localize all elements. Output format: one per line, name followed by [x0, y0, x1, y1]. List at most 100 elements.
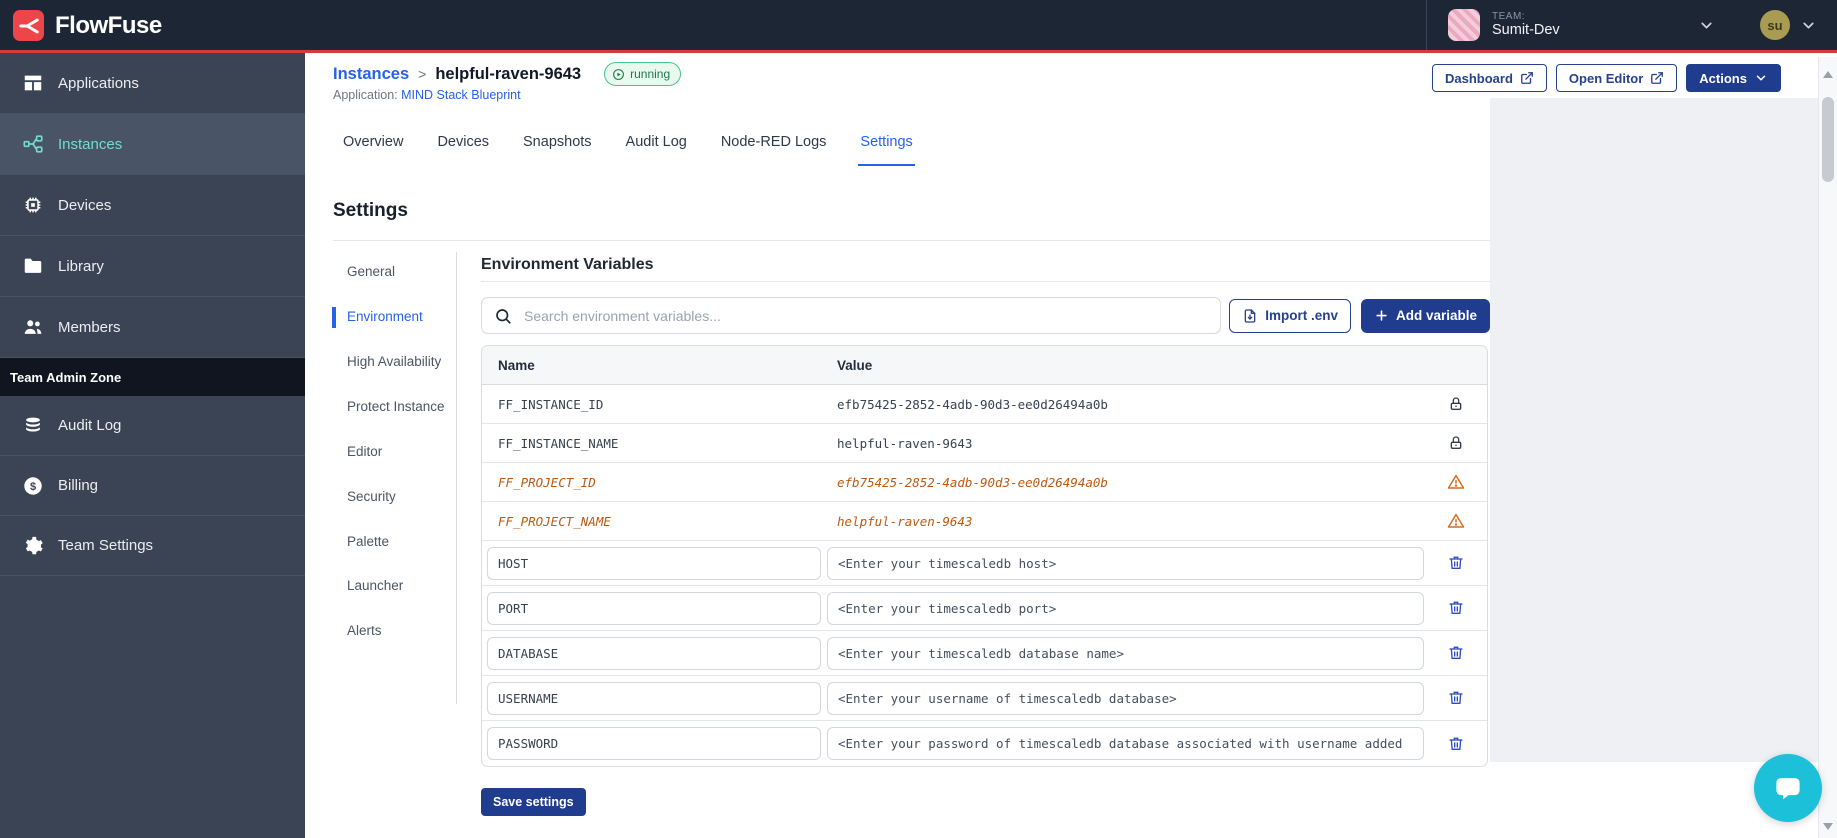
- tab-node-red-logs[interactable]: Node-RED Logs: [719, 130, 829, 166]
- subnav-alerts[interactable]: Alerts: [332, 621, 450, 642]
- variable-name-input[interactable]: [487, 727, 821, 760]
- dollar-icon: $: [22, 475, 44, 497]
- topbar-divider: [1426, 0, 1427, 50]
- subnav-divider: [456, 252, 457, 704]
- subnav-launcher[interactable]: Launcher: [332, 576, 450, 597]
- chat-widget-button[interactable]: [1754, 754, 1822, 822]
- environment-variables-divider: [481, 281, 1490, 282]
- variable-name-input[interactable]: [487, 546, 821, 580]
- sidebar-item-label: Team Settings: [58, 537, 154, 554]
- environment-toolbar: Import .env Add variable: [481, 297, 1490, 334]
- flowfuse-app-window: FlowFuse TEAM: Sumit-Dev su Applications: [0, 0, 1837, 838]
- add-variable-button[interactable]: Add variable: [1360, 298, 1490, 333]
- sidebar-item-devices[interactable]: Devices: [0, 175, 305, 236]
- team-avatar: [1448, 9, 1480, 41]
- user-chevron-down-icon: [1800, 17, 1817, 34]
- play-circle-icon: [613, 68, 625, 80]
- import-env-button[interactable]: Import .env: [1229, 298, 1351, 333]
- sidebar-item-team-settings[interactable]: Team Settings: [0, 516, 305, 576]
- variable-value-input[interactable]: [827, 636, 1424, 670]
- instance-actions-toolbar: Dashboard Open Editor Actions: [1432, 64, 1781, 92]
- sidebar-item-label: Devices: [58, 196, 112, 214]
- column-header-value: Value: [837, 357, 873, 373]
- content-background-panel: [1490, 98, 1818, 762]
- variable-value-input[interactable]: [827, 546, 1424, 580]
- variable-value-input[interactable]: [827, 591, 1424, 625]
- breadcrumb-instances-link[interactable]: Instances: [333, 65, 409, 84]
- sidebar-item-library[interactable]: Library: [0, 236, 305, 297]
- tab-snapshots[interactable]: Snapshots: [521, 130, 594, 166]
- subnav-palette[interactable]: Palette: [332, 532, 450, 553]
- subnav-security[interactable]: Security: [332, 487, 450, 508]
- tab-settings[interactable]: Settings: [858, 130, 915, 166]
- subnav-protect-instance[interactable]: Protect Instance: [332, 397, 450, 418]
- sidebar-item-label: Library: [58, 257, 104, 275]
- user-menu[interactable]: su: [1760, 0, 1817, 50]
- sidebar-item-audit-log[interactable]: Audit Log: [0, 396, 305, 456]
- scrollbar-thumb[interactable]: [1822, 97, 1834, 182]
- variable-value-input[interactable]: [827, 727, 1424, 760]
- search-input[interactable]: [522, 306, 1208, 325]
- sidebar-item-applications[interactable]: Applications: [0, 53, 305, 114]
- breadcrumb-separator: >: [418, 66, 427, 82]
- subnav-general[interactable]: General: [332, 262, 450, 283]
- sidebar-item-members[interactable]: Members: [0, 297, 305, 358]
- members-icon: [22, 316, 44, 338]
- team-name: Sumit-Dev: [1492, 22, 1560, 39]
- variable-value: efb75425-2852-4adb-90d3-ee0d26494a0b: [837, 474, 1108, 490]
- page-scrollbar[interactable]: [1818, 57, 1837, 838]
- application-line: Application: MIND Stack Blueprint: [333, 88, 521, 102]
- breadcrumb: Instances > helpful-raven-9643 running: [333, 62, 682, 86]
- variable-name-input[interactable]: [487, 636, 821, 670]
- subnav-editor[interactable]: Editor: [332, 442, 450, 463]
- variable-name-input[interactable]: [487, 681, 821, 715]
- save-settings-button[interactable]: Save settings: [481, 788, 586, 816]
- subnav-environment[interactable]: Environment: [332, 306, 450, 328]
- external-link-icon: [1520, 72, 1533, 84]
- settings-heading: Settings: [333, 200, 408, 221]
- table-row: [482, 721, 1487, 766]
- sidebar: Applications Instances Devices Library M…: [0, 53, 305, 838]
- team-admin-zone-label: Team Admin Zone: [10, 369, 122, 385]
- chip-icon: [22, 194, 44, 216]
- variable-value: helpful-raven-9643: [837, 513, 973, 529]
- dashboard-button[interactable]: Dashboard: [1432, 64, 1547, 92]
- subnav-high-availability[interactable]: High Availability: [332, 352, 450, 373]
- actions-dropdown-button[interactable]: Actions: [1686, 64, 1781, 92]
- delete-variable-button[interactable]: [1425, 600, 1487, 616]
- instance-tabs: Overview Devices Snapshots Audit Log Nod…: [341, 130, 915, 166]
- document-download-icon: [1244, 308, 1256, 323]
- variable-name: FF_PROJECT_NAME: [498, 513, 611, 529]
- delete-variable-button[interactable]: [1425, 736, 1487, 752]
- open-editor-button[interactable]: Open Editor: [1555, 64, 1678, 92]
- team-switcher[interactable]: TEAM: Sumit-Dev: [1448, 0, 1560, 50]
- sidebar-item-label: Applications: [58, 74, 139, 92]
- variable-value-input[interactable]: [827, 681, 1424, 715]
- scrollbar-up-arrow[interactable]: [1823, 71, 1833, 78]
- tab-audit-log[interactable]: Audit Log: [624, 130, 689, 166]
- tab-devices[interactable]: Devices: [435, 130, 491, 166]
- sidebar-item-instances[interactable]: Instances: [0, 114, 305, 175]
- sidebar-item-label: Members: [58, 318, 121, 336]
- database-icon: [22, 415, 44, 437]
- folder-icon: [22, 255, 44, 277]
- flowfuse-logo[interactable]: FlowFuse: [13, 10, 162, 41]
- instances-icon: [22, 133, 44, 155]
- tab-overview[interactable]: Overview: [341, 130, 405, 166]
- table-row: [482, 586, 1487, 631]
- svg-text:$: $: [30, 480, 36, 492]
- variable-name-input[interactable]: [487, 591, 821, 625]
- delete-variable-button[interactable]: [1425, 555, 1487, 571]
- team-chevron-down-icon[interactable]: [1698, 17, 1715, 34]
- application-link[interactable]: MIND Stack Blueprint: [401, 88, 520, 102]
- sidebar-item-billing[interactable]: $ Billing: [0, 456, 305, 516]
- team-label: TEAM:: [1492, 10, 1526, 22]
- team-admin-zone-band: Team Admin Zone: [0, 358, 305, 396]
- table-row: [482, 541, 1487, 586]
- table-row: [482, 676, 1487, 721]
- table-header: Name Value: [482, 346, 1487, 385]
- delete-variable-button[interactable]: [1425, 690, 1487, 706]
- scrollbar-down-arrow[interactable]: [1823, 823, 1833, 830]
- table-row: FF_PROJECT_NAME helpful-raven-9643: [482, 502, 1487, 541]
- delete-variable-button[interactable]: [1425, 645, 1487, 661]
